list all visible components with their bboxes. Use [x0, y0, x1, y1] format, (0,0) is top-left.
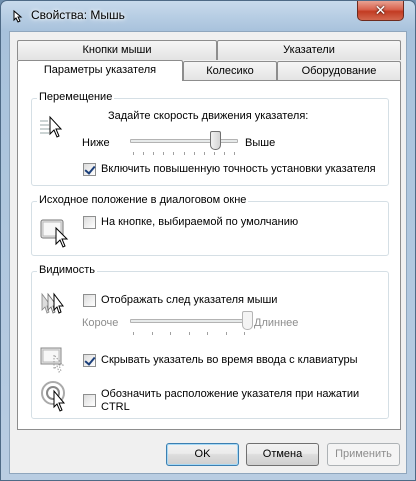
slider-tick [133, 332, 134, 335]
slider-tick [214, 152, 215, 155]
slider-tick [224, 152, 225, 155]
tab-panel-pointer-options: Перемещение Задайте скорость движения ук… [17, 80, 401, 430]
close-icon: ✕ [374, 2, 387, 18]
ctrl-locate-label-line2[interactable]: CTRL [101, 401, 130, 413]
snap-checkbox[interactable] [83, 216, 96, 229]
title-bar[interactable]: Свойства: Мышь ✕ [1, 1, 415, 30]
tab-label: Оборудование [301, 65, 377, 77]
slow-label: Ниже [82, 137, 110, 149]
trails-long-label: Длиннее [254, 317, 299, 329]
slider-tick [184, 152, 185, 155]
group-title: Исходное положение в диалоговом окне [37, 194, 249, 206]
slider-tick [234, 152, 235, 155]
trails-slider-ticks [133, 332, 245, 336]
slider-tick [143, 152, 144, 155]
group-title: Перемещение [37, 91, 115, 103]
tab-buttons[interactable]: Кнопки мыши [17, 40, 217, 60]
trails-short-label: Короче [82, 317, 119, 329]
slider-tick [173, 152, 174, 155]
close-button[interactable]: ✕ [357, 1, 404, 21]
trails-slider-track[interactable] [130, 319, 248, 323]
slider-tick [204, 152, 205, 155]
pointer-speed-icon [40, 115, 63, 138]
ok-button[interactable]: OK [166, 443, 239, 466]
speed-slider-thumb[interactable] [210, 131, 221, 150]
speed-slider-ticks [133, 152, 235, 156]
tab-pointers[interactable]: Указатели [217, 40, 401, 60]
mouse-properties-window: Свойства: Мышь ✕ Кнопки мыши Указатели П… [0, 0, 416, 481]
trails-checkbox[interactable] [83, 294, 96, 307]
tab-label: Колесико [206, 65, 254, 77]
trails-slider-thumb[interactable] [242, 311, 253, 330]
hide-typing-checkbox[interactable] [83, 354, 96, 367]
slider-tick [244, 332, 245, 335]
hide-typing-label[interactable]: Скрывать указатель во время ввода с клав… [101, 354, 358, 366]
slider-tick [152, 332, 153, 335]
slider-tick [207, 332, 208, 335]
mouse-app-icon [13, 9, 23, 23]
slider-tick [133, 152, 134, 155]
tab-wheel[interactable]: Колесико [183, 61, 277, 81]
ctrl-locate-icon [41, 381, 66, 412]
slider-tick [226, 332, 227, 335]
slider-tick [153, 152, 154, 155]
tab-label: Указатели [283, 44, 335, 56]
fast-label: Выше [245, 137, 276, 149]
precision-checkbox[interactable] [83, 163, 96, 176]
speed-label: Задайте скорость движения указателя: [108, 110, 309, 122]
speed-slider-track[interactable] [130, 139, 238, 143]
pointer-trails-icon [41, 292, 64, 314]
slider-tick [189, 332, 190, 335]
group-title: Видимость [37, 264, 97, 276]
hide-while-typing-icon [40, 347, 65, 373]
slider-tick [194, 152, 195, 155]
snap-to-button-icon [40, 219, 69, 248]
motion-group: Перемещение Задайте скорость движения ук… [31, 91, 389, 186]
precision-label[interactable]: Включить повышенную точность установки у… [101, 163, 376, 175]
ctrl-locate-checkbox[interactable] [83, 394, 96, 407]
slider-tick [163, 152, 164, 155]
trails-label[interactable]: Отображать след указателя мыши [101, 294, 277, 306]
tab-pointer-options[interactable]: Параметры указателя [17, 60, 183, 81]
visibility-group: Видимость Отображать след указателя мыши… [31, 264, 389, 419]
tab-hardware[interactable]: Оборудование [277, 61, 401, 81]
cancel-button[interactable]: Отмена [246, 443, 319, 466]
window-title: Свойства: Мышь [31, 8, 125, 22]
snap-label[interactable]: На кнопке, выбираемой по умолчанию [101, 216, 298, 228]
apply-button[interactable]: Применить [327, 443, 400, 466]
tab-label: Кнопки мыши [82, 44, 152, 56]
dialog-body: Кнопки мыши Указатели Параметры указател… [9, 31, 407, 474]
ctrl-locate-label-line1[interactable]: Обозначить расположение указателя при на… [101, 388, 359, 400]
slider-tick [170, 332, 171, 335]
snap-to-group: Исходное положение в диалоговом окне На … [31, 194, 389, 256]
tab-label: Параметры указателя [43, 64, 157, 76]
